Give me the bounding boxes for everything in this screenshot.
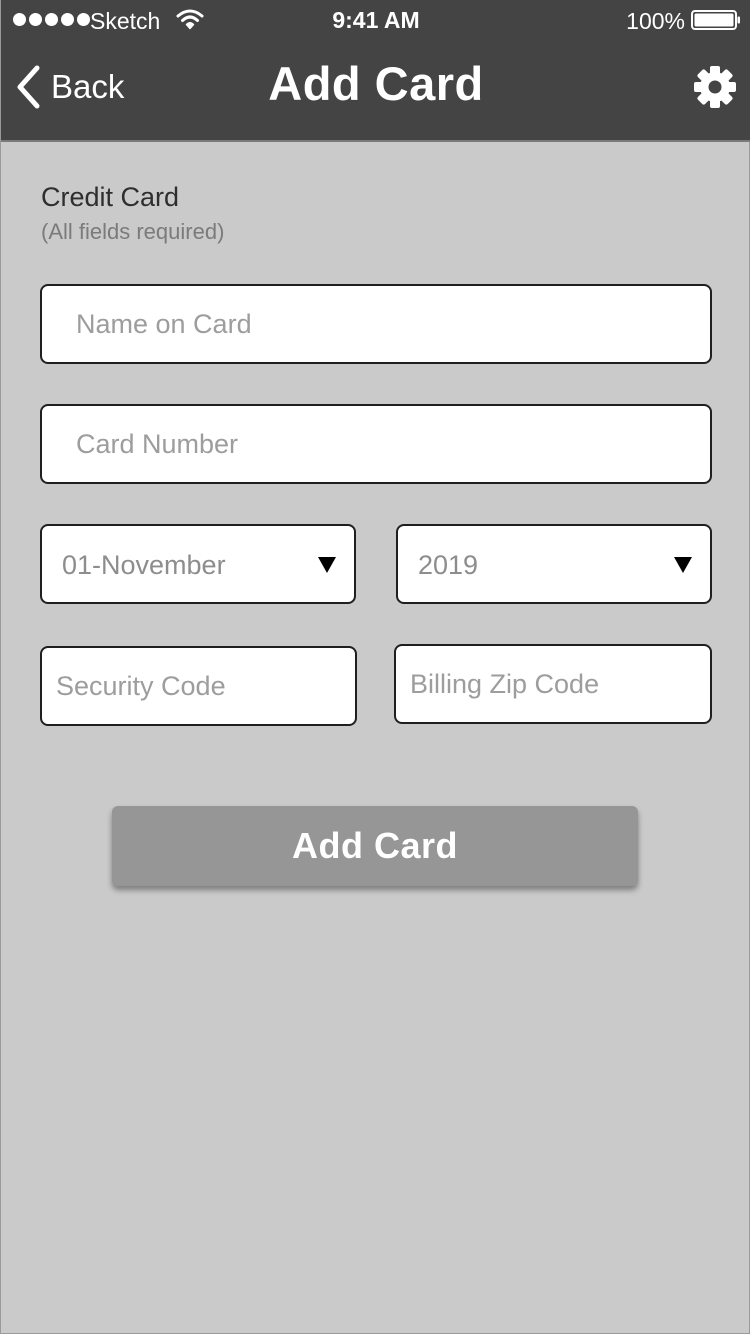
back-label: Back — [51, 68, 125, 105]
expiry-month-select[interactable]: 01-November — [40, 524, 356, 604]
top-bar: Sketch 9:41 AM 100% Back Add Card — [1, 0, 750, 142]
required-fields-note: (All fields required) — [41, 219, 225, 244]
billing-zip-code-input[interactable] — [394, 644, 712, 724]
back-button[interactable]: Back — [15, 62, 124, 112]
add-card-screen: Sketch 9:41 AM 100% Back Add Card Credit… — [0, 0, 750, 1334]
add-card-button[interactable]: Add Card — [112, 806, 638, 886]
expiry-year-value: 2019 — [418, 550, 479, 580]
expiry-year-select[interactable]: 2019 — [396, 524, 712, 604]
chevron-left-icon — [17, 65, 40, 109]
section-title: Credit Card — [41, 182, 180, 212]
battery-percentage: 100% — [626, 8, 685, 34]
navigation-bar: Back Add Card — [1, 40, 750, 140]
card-number-input[interactable] — [40, 404, 712, 484]
gear-icon[interactable] — [693, 65, 737, 109]
status-bar: Sketch 9:41 AM 100% — [1, 0, 750, 40]
expiry-month-value: 01-November — [62, 550, 226, 580]
dropdown-arrow-icon — [318, 557, 336, 573]
dropdown-arrow-icon — [674, 557, 692, 573]
security-code-input[interactable] — [40, 646, 357, 726]
battery-icon — [691, 10, 740, 30]
name-on-card-input[interactable] — [40, 284, 712, 364]
